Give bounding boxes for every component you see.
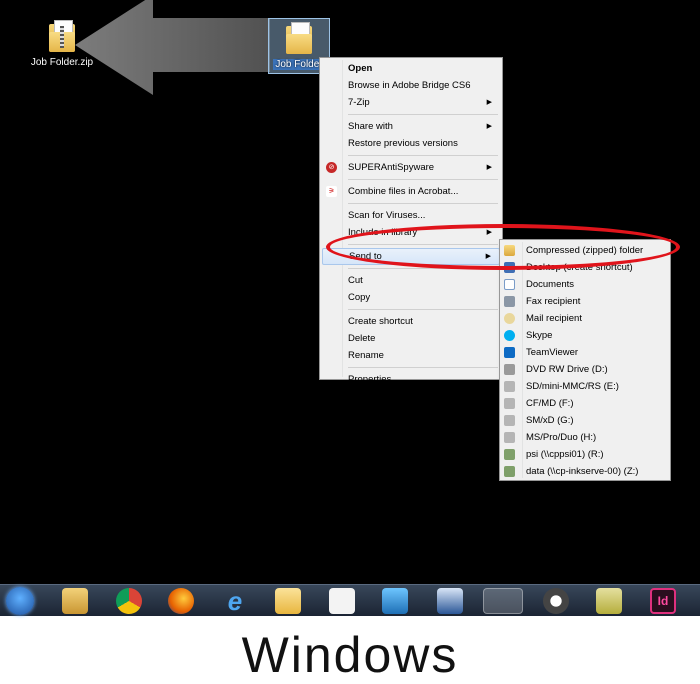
sendto-item-dvd-drive[interactable]: DVD RW Drive (D:) [500,361,670,378]
sendto-item-ms-drive[interactable]: MS/Pro/Duo (H:) [500,429,670,446]
menu-item-create-shortcut[interactable]: Create shortcut [322,313,500,330]
menu-item-rename[interactable]: Rename [322,347,500,364]
menu-item-open[interactable]: Open [322,60,500,77]
menu-separator [348,367,498,368]
menu-separator [348,179,498,180]
left-arrow-icon [75,0,270,95]
mail-icon [504,313,515,324]
submenu-arrow-icon: ▶ [486,99,492,106]
sendto-item-cf-drive[interactable]: CF/MD (F:) [500,395,670,412]
sendto-item-teamviewer[interactable]: TeamViewer [500,344,670,361]
dvd-drive-icon [504,364,515,375]
sendto-item-documents[interactable]: Documents [500,276,670,293]
submenu-arrow-icon: ▶ [486,164,492,171]
menu-separator [348,155,498,156]
menu-item-delete[interactable]: Delete [322,330,500,347]
ie-icon[interactable]: e [222,588,248,614]
app-icon[interactable] [382,588,408,614]
menu-item-browse-bridge[interactable]: Browse in Adobe Bridge CS6 [322,77,500,94]
context-menu: Open Browse in Adobe Bridge CS6 7-Zip ▶ S… [319,57,503,385]
start-button[interactable] [6,587,34,615]
acrobat-icon: ⚞ [326,186,337,197]
teamviewer-icon [504,347,515,358]
menu-item-superantispyware[interactable]: ⊘ SUPERAntiSpyware ▶ [322,159,500,176]
menu-separator [348,309,498,310]
sendto-item-sd-drive[interactable]: SD/mini-MMC/RS (E:) [500,378,670,395]
sendto-item-mail[interactable]: Mail recipient [500,310,670,327]
desktop: Job Folder.zip Job Folder Open Browse in… [0,0,700,584]
network-drive-icon [504,466,515,477]
drive-icon [504,398,515,409]
sendto-item-data-network[interactable]: data (\\cp-inkserve-00) (Z:) [500,463,670,480]
skype-icon [504,330,515,341]
menu-item-cut[interactable]: Cut [322,272,500,289]
network-drive-icon [504,449,515,460]
zip-icon-label: Job Folder.zip [30,57,94,68]
documents-icon [504,279,515,290]
superantispyware-icon: ⊘ [326,162,337,173]
menu-item-copy[interactable]: Copy [322,289,500,306]
zip-folder-icon [49,20,75,52]
menu-item-7zip[interactable]: 7-Zip ▶ [322,94,500,111]
submenu-arrow-icon: ▶ [486,123,492,130]
menu-item-scan-viruses[interactable]: Scan for Viruses... [322,207,500,224]
folder-icon-label: Job Folder [273,59,325,70]
drive-icon [504,381,515,392]
sketchup-icon[interactable] [596,588,622,614]
word-icon[interactable] [437,588,463,614]
excel-icon[interactable] [483,588,523,614]
menu-item-combine-acrobat[interactable]: ⚞ Combine files in Acrobat... [322,183,500,200]
sendto-item-psi-network[interactable]: psi (\\cppsi01) (R:) [500,446,670,463]
acrobat-icon[interactable] [329,588,355,614]
sendto-item-skype[interactable]: Skype [500,327,670,344]
menu-separator [348,114,498,115]
indesign-icon[interactable]: Id [650,588,676,614]
folder-icon [286,22,312,54]
sendto-item-fax[interactable]: Fax recipient [500,293,670,310]
highlight-oval [326,224,680,270]
menu-item-restore-versions[interactable]: Restore previous versions [322,135,500,152]
xpress-icon[interactable] [543,588,569,614]
chrome-icon[interactable] [116,588,142,614]
firefox-icon[interactable] [168,588,194,614]
menu-item-share-with[interactable]: Share with ▶ [322,118,500,135]
fax-icon [504,296,515,307]
drive-icon [504,415,515,426]
explorer-icon[interactable] [62,588,88,614]
menu-separator [348,203,498,204]
caption: Windows [241,627,459,683]
menu-item-properties[interactable]: Properties [322,371,500,388]
sendto-item-sm-drive[interactable]: SM/xD (G:) [500,412,670,429]
outlook-icon[interactable] [275,588,301,614]
drive-icon [504,432,515,443]
zip-file-icon[interactable]: Job Folder.zip [30,20,94,68]
send-to-submenu: Compressed (zipped) folder Desktop (crea… [499,239,671,481]
taskbar: e Id [0,584,700,616]
